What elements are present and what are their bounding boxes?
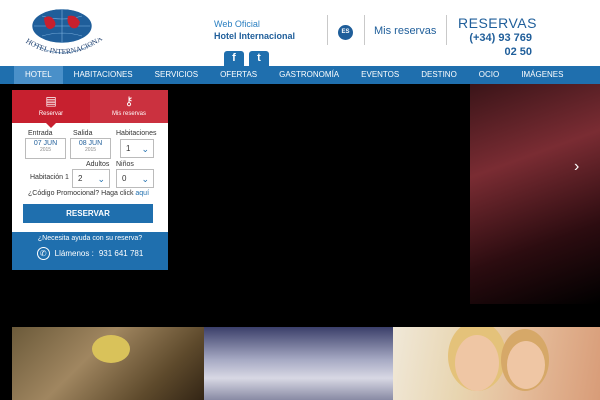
- tab-reservar[interactable]: ▤ Reservar: [12, 90, 90, 128]
- salida-label: Salida: [73, 130, 93, 137]
- checkout-date-field[interactable]: 08 JUN 2015: [70, 138, 111, 159]
- nav-item-ofertas[interactable]: OFERTAS: [209, 66, 268, 84]
- habitaciones-label: Habitaciones: [116, 130, 157, 137]
- entrada-label: Entrada: [28, 130, 53, 137]
- nav-item-gastronomia[interactable]: GASTRONOMÍA: [268, 66, 350, 84]
- nav-item-servicios[interactable]: SERVICIOS: [144, 66, 209, 84]
- help-banner: ¿Necesita ayuda con su reserva? ✆ Llámen…: [12, 232, 168, 270]
- nav-item-imagenes[interactable]: IMÁGENES: [510, 66, 574, 84]
- call-label: Llámenos :: [54, 249, 94, 258]
- chevron-down-icon: ⌄: [141, 174, 149, 184]
- children-select[interactable]: 0 ⌄: [116, 169, 154, 188]
- ninos-label: Niños: [116, 161, 134, 168]
- help-text: ¿Necesita ayuda con su reserva?: [37, 235, 143, 242]
- official-line1: Web Oficial: [214, 19, 260, 29]
- next-slide-arrow-icon[interactable]: ›: [574, 158, 579, 176]
- checkin-year: 2015: [39, 147, 52, 153]
- nav-item-eventos[interactable]: EVENTOS: [350, 66, 410, 84]
- family-thumbnail[interactable]: [393, 327, 600, 400]
- reservations-title: RESERVAS: [458, 15, 537, 31]
- divider: [327, 15, 328, 45]
- booking-panel: ▤ Reservar ⚷ Mis reservas Entrada Salida…: [12, 90, 168, 270]
- divider: [446, 15, 447, 45]
- promo-code-text: ¿Código Promocional? Haga click aquí: [28, 190, 149, 197]
- food-plate-image: [92, 335, 130, 363]
- rooms-select[interactable]: 1 ⌄: [120, 139, 154, 158]
- hero-image: [470, 84, 600, 304]
- tab-reservar-label: Reservar: [38, 111, 64, 117]
- checkout-year: 2015: [84, 147, 97, 153]
- language-selector[interactable]: ES: [338, 25, 353, 40]
- svg-text:HOTEL INTERNACIONAL: HOTEL INTERNACIONAL: [14, 38, 104, 56]
- call-number: 931 641 781: [98, 249, 144, 258]
- nav-item-destino[interactable]: DESTINO: [410, 66, 468, 84]
- checkin-date-value: 07 JUN: [33, 140, 58, 147]
- children-value: 0: [122, 174, 127, 183]
- nav-item-habitaciones[interactable]: HABITACIONES: [63, 66, 144, 84]
- site-header: HOTEL INTERNACIONAL Web Oficial Hotel In…: [0, 0, 600, 66]
- events-hall-thumbnail[interactable]: [204, 327, 393, 400]
- phone-icon: ✆: [36, 247, 50, 260]
- reservar-button[interactable]: RESERVAR: [23, 204, 153, 223]
- divider: [364, 15, 365, 45]
- girl-face: [507, 341, 545, 389]
- chevron-down-icon: ⌄: [97, 174, 105, 184]
- chevron-down-icon: ⌄: [141, 144, 149, 154]
- main-nav: HOTEL HABITACIONES SERVICIOS OFERTAS GAS…: [0, 66, 600, 84]
- facebook-icon[interactable]: f: [224, 51, 244, 66]
- woman-face: [455, 335, 499, 391]
- rooms-value: 1: [126, 144, 131, 153]
- my-reservations-link[interactable]: Mis reservas: [374, 25, 436, 37]
- twitter-icon[interactable]: t: [249, 51, 269, 66]
- adults-select[interactable]: 2 ⌄: [72, 169, 110, 188]
- document-icon: ▤: [45, 94, 57, 108]
- adultos-label: Adultos: [86, 161, 110, 168]
- gastronomy-thumbnail[interactable]: [12, 327, 204, 400]
- reservations-phone-block[interactable]: RESERVAS (+34) 93 769 02 50: [458, 15, 537, 59]
- call-us[interactable]: ✆ Llámenos : 931 641 781: [12, 247, 168, 260]
- tab-mis-reservas[interactable]: ⚷ Mis reservas: [90, 90, 168, 123]
- reservations-phone-line1: (+34) 93 769: [469, 32, 532, 44]
- adults-value: 2: [78, 174, 83, 183]
- checkout-date-value: 08 JUN: [78, 140, 103, 147]
- nav-item-hotel[interactable]: HOTEL: [14, 66, 63, 84]
- checkin-date-field[interactable]: 07 JUN 2015: [25, 138, 66, 159]
- habitacion-1-label: Habitación 1: [30, 174, 69, 181]
- official-line2: Hotel Internacional: [214, 31, 296, 41]
- tab-mis-reservas-label: Mis reservas: [111, 111, 146, 117]
- promo-code-link[interactable]: aquí: [135, 190, 149, 197]
- key-icon: ⚷: [124, 94, 134, 108]
- promo-question: ¿Código Promocional? Haga click: [28, 190, 134, 197]
- logo-text: HOTEL INTERNACIONAL: [14, 38, 104, 56]
- official-web-text: Web Oficial Hotel Internacional: [214, 19, 295, 41]
- nav-item-ocio[interactable]: OCIO: [468, 66, 510, 84]
- reservations-phone-line2: 02 50: [504, 46, 532, 58]
